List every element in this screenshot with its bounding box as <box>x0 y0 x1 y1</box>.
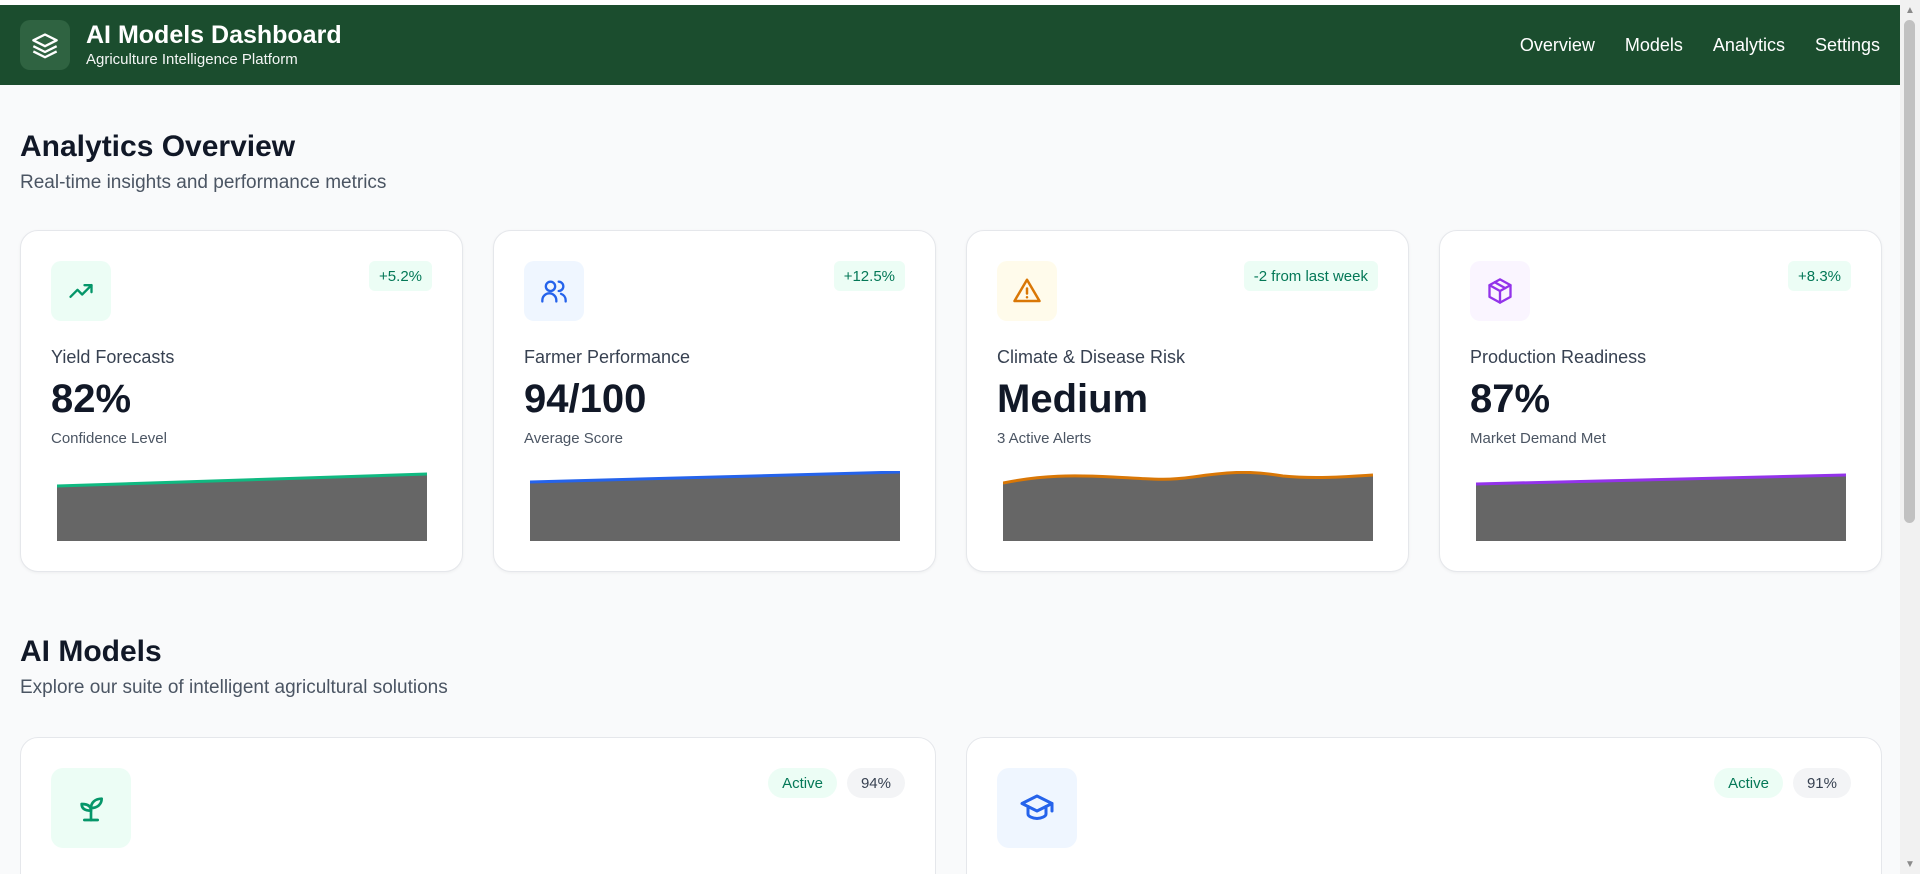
metric-card-farmer[interactable]: +12.5% Farmer Performance 94/100 Average… <box>493 230 936 572</box>
nav-settings[interactable]: Settings <box>1815 35 1880 56</box>
scrollbar-thumb[interactable] <box>1904 20 1915 523</box>
metric-label: Climate & Disease Risk <box>997 347 1186 367</box>
sparkline-chart <box>1003 471 1373 541</box>
models-title: AI Models <box>20 635 162 668</box>
analytics-title: Analytics Overview <box>20 130 296 163</box>
metric-caption: Confidence Level <box>51 430 167 447</box>
metric-card-climate[interactable]: -2 from last week Climate & Disease Risk… <box>966 230 1409 572</box>
scroll-down-icon[interactable]: ▼ <box>1900 856 1920 872</box>
sparkline-chart <box>530 471 900 541</box>
scroll-up-icon[interactable]: ▲ <box>1900 2 1920 18</box>
change-badge: -2 from last week <box>1243 261 1378 291</box>
analytics-subtitle: Real-time insights and performance metri… <box>20 172 387 193</box>
metric-card-yield[interactable]: +5.2% Yield Forecasts 82% Confidence Lev… <box>20 230 463 572</box>
model-cards: Active 94% Active 91% <box>20 737 1882 874</box>
models-header: AI Models Explore our suite of intellige… <box>20 635 448 699</box>
metric-caption: 3 Active Alerts <box>997 430 1092 447</box>
sprout-icon <box>51 768 131 848</box>
metric-card-production[interactable]: +8.3% Production Readiness 87% Market De… <box>1439 230 1882 572</box>
warning-icon <box>997 261 1057 321</box>
metric-caption: Market Demand Met <box>1470 430 1606 447</box>
model-badges: Active 91% <box>1714 768 1851 798</box>
layers-icon <box>20 20 70 70</box>
graduation-cap-icon <box>997 768 1077 848</box>
metric-label: Yield Forecasts <box>51 347 175 367</box>
model-card-crop[interactable]: Active 94% <box>20 737 936 874</box>
accuracy-badge: 94% <box>846 768 905 798</box>
metric-label: Production Readiness <box>1470 347 1647 367</box>
top-nav: Overview Models Analytics Settings <box>1520 35 1880 56</box>
metric-value: Medium <box>997 377 1149 421</box>
nav-analytics[interactable]: Analytics <box>1713 35 1785 56</box>
sparkline-chart <box>1476 473 1846 541</box>
model-badges: Active 94% <box>768 768 905 798</box>
trending-up-icon <box>51 261 111 321</box>
status-badge: Active <box>768 768 837 798</box>
package-icon <box>1470 261 1530 321</box>
page-scrollbar[interactable]: ▲ ▼ <box>1900 0 1920 874</box>
metric-value: 82% <box>51 377 132 421</box>
analytics-header: Analytics Overview Real-time insights an… <box>20 130 386 194</box>
metric-value: 94/100 <box>524 377 647 421</box>
change-badge: +12.5% <box>833 261 905 291</box>
change-badge: +5.2% <box>369 261 432 291</box>
brand: AI Models Dashboard Agriculture Intellig… <box>20 20 342 70</box>
users-icon <box>524 261 584 321</box>
change-badge: +8.3% <box>1788 261 1851 291</box>
app-subtitle: Agriculture Intelligence Platform <box>86 51 298 68</box>
app-title: AI Models Dashboard <box>86 21 342 49</box>
status-badge: Active <box>1714 768 1783 798</box>
metric-cards: +5.2% Yield Forecasts 82% Confidence Lev… <box>20 230 1882 572</box>
model-card-training[interactable]: Active 91% <box>966 737 1882 874</box>
nav-models[interactable]: Models <box>1625 35 1683 56</box>
metric-caption: Average Score <box>524 430 623 447</box>
app-header: AI Models Dashboard Agriculture Intellig… <box>0 5 1900 85</box>
models-subtitle: Explore our suite of intelligent agricul… <box>20 677 448 698</box>
sparkline-chart <box>57 472 427 541</box>
metric-label: Farmer Performance <box>524 347 691 367</box>
nav-overview[interactable]: Overview <box>1520 35 1595 56</box>
accuracy-badge: 91% <box>1792 768 1851 798</box>
metric-value: 87% <box>1470 377 1551 421</box>
